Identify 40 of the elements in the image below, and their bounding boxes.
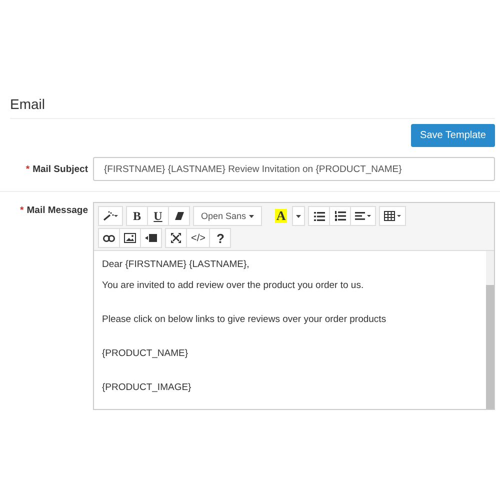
style-button[interactable]: [98, 206, 123, 226]
image-icon: [124, 233, 136, 243]
numbered-list-button[interactable]: [329, 206, 352, 226]
fullscreen-button[interactable]: [165, 228, 187, 248]
underline-button[interactable]: U: [147, 206, 169, 226]
image-button[interactable]: [119, 228, 141, 248]
help-button[interactable]: ?: [209, 228, 232, 248]
fullscreen-icon: [171, 233, 181, 243]
caret-icon: [249, 214, 254, 218]
field-label: * Mail Subject: [26, 163, 88, 175]
save-template-button[interactable]: Save Template: [411, 124, 495, 147]
link-button[interactable]: [98, 228, 120, 248]
table-button[interactable]: [379, 206, 406, 226]
message-line: {PRODUCT_NAME}: [102, 348, 190, 359]
subject-field[interactable]: {FIRSTNAME} {LASTNAME} Review Invitation on {PRODUCT_NAME}: [93, 157, 495, 181]
font-dropdown[interactable]: Open Sans: [193, 206, 262, 226]
numbered-list-icon: [334, 211, 346, 221]
message-line: Dear {FIRSTNAME} {LASTNAME},: [102, 259, 250, 270]
field-label: * Mail Message: [20, 204, 88, 216]
bullet-list-icon: [314, 212, 325, 220]
caret-icon: [296, 214, 302, 218]
color-dropdown-button[interactable]: [292, 206, 306, 226]
message-line: {PRODUCT_IMAGE}: [102, 382, 192, 393]
link-icon: [103, 234, 115, 242]
table-icon: [384, 211, 402, 221]
scrollbar[interactable]: [486, 251, 494, 409]
section-title: Email: [10, 96, 495, 119]
magic-wand-icon: [103, 211, 118, 221]
message-line: You are invited to add review over the product you order to us.: [102, 280, 365, 291]
message-line: Please click on below links to give reviews over your order products: [102, 314, 388, 325]
bullet-list-button[interactable]: [308, 206, 330, 226]
video-button[interactable]: [140, 228, 162, 248]
align-icon: [355, 212, 372, 220]
align-button[interactable]: [350, 206, 376, 226]
eraser-icon: [174, 212, 184, 220]
video-icon: [145, 234, 157, 242]
clear-format-button[interactable]: [168, 206, 190, 226]
bold-button[interactable]: B: [126, 206, 148, 226]
code-view-button[interactable]: </>: [186, 228, 210, 248]
rich-text-editor[interactable]: [93, 202, 495, 410]
